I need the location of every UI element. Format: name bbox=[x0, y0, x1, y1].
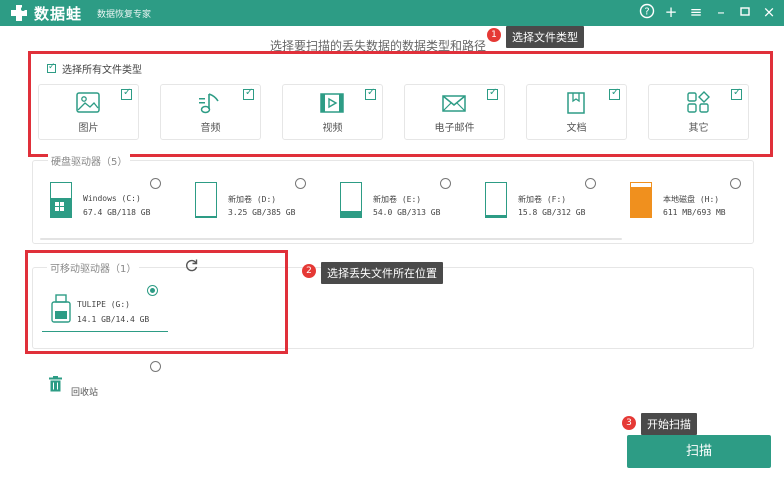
audio-checkbox[interactable] bbox=[243, 87, 254, 100]
drive-g[interactable]: TULIPE (G:) 14.1 GB/14.4 GB bbox=[50, 294, 170, 339]
drive-usage-fill bbox=[196, 216, 216, 217]
drive-name: TULIPE (G:) bbox=[77, 300, 130, 309]
drive-g-radio[interactable] bbox=[147, 285, 158, 296]
drive-size: 3.25 GB/385 GB bbox=[228, 208, 296, 217]
refresh-icon[interactable] bbox=[184, 258, 199, 273]
drive-d-radio[interactable] bbox=[295, 178, 306, 189]
selected-underline bbox=[42, 331, 168, 332]
drive-name: 本地磁盘 (H:) bbox=[663, 195, 720, 204]
drive-c[interactable]: Windows (C:) 67.4 GB/118 GB bbox=[50, 180, 182, 225]
drive-name: Windows (C:) bbox=[83, 194, 141, 203]
drive-usage-fill bbox=[631, 187, 651, 217]
drive-size: 54.0 GB/313 GB bbox=[373, 208, 441, 217]
file-type-label: 电子邮件 bbox=[434, 123, 475, 134]
video-checkbox[interactable] bbox=[365, 87, 376, 100]
help-icon[interactable]: ? bbox=[638, 3, 656, 23]
file-type-video[interactable]: 视频 bbox=[282, 84, 383, 140]
select-all-checkbox[interactable]: 选择所有文件类型 bbox=[47, 61, 142, 76]
minimize-icon[interactable]: – bbox=[712, 3, 730, 21]
drive-icon bbox=[630, 182, 652, 218]
drive-f[interactable]: 新加卷 (F:) 15.8 GB/312 GB bbox=[485, 180, 617, 225]
close-icon[interactable]: × bbox=[760, 3, 778, 21]
drive-d[interactable]: 新加卷 (D:) 3.25 GB/385 GB bbox=[195, 180, 327, 225]
document-checkbox[interactable] bbox=[609, 87, 620, 100]
logo-icon bbox=[11, 5, 27, 21]
select-all-check-icon[interactable] bbox=[47, 62, 56, 73]
file-type-image[interactable]: 图片 bbox=[38, 84, 139, 140]
file-type-document[interactable]: 文档 bbox=[526, 84, 627, 140]
trash-icon[interactable] bbox=[49, 376, 62, 392]
drive-icon bbox=[195, 182, 217, 218]
drive-c-radio[interactable] bbox=[150, 178, 161, 189]
mail-icon bbox=[442, 95, 466, 112]
drive-name: 新加卷 (E:) bbox=[373, 195, 422, 204]
callout-badge-2: 2 bbox=[302, 264, 316, 278]
other-checkbox[interactable] bbox=[731, 87, 742, 100]
file-type-label: 文档 bbox=[566, 123, 587, 134]
file-type-email[interactable]: 电子邮件 bbox=[404, 84, 505, 140]
svg-text:?: ? bbox=[644, 7, 649, 18]
video-icon bbox=[320, 93, 344, 113]
drive-h-radio[interactable] bbox=[730, 178, 741, 189]
drive-e-radio[interactable] bbox=[440, 178, 451, 189]
callout-1: 选择文件类型 bbox=[506, 26, 584, 48]
email-checkbox[interactable] bbox=[487, 87, 498, 100]
app-name: 数据蛙 bbox=[34, 5, 83, 23]
music-icon bbox=[199, 93, 219, 114]
drive-h[interactable]: 本地磁盘 (H:) 611 MB/693 MB bbox=[630, 180, 762, 225]
drive-usage-fill bbox=[486, 215, 506, 217]
select-all-label: 选择所有文件类型 bbox=[62, 65, 142, 76]
image-icon bbox=[76, 92, 100, 113]
scan-button[interactable]: 扫描 bbox=[627, 435, 771, 468]
drive-name: 新加卷 (D:) bbox=[228, 195, 277, 204]
drive-size: 611 MB/693 MB bbox=[663, 208, 726, 217]
usb-drive-icon bbox=[51, 294, 71, 323]
drive-size: 67.4 GB/118 GB bbox=[83, 208, 151, 217]
title-bar: 数据蛙 数据恢复专家 ? + ≡ – × bbox=[0, 0, 784, 26]
menu-icon[interactable]: ≡ bbox=[687, 3, 705, 21]
callout-badge-3: 3 bbox=[622, 416, 636, 430]
recycle-bin-radio[interactable] bbox=[150, 361, 161, 372]
drive-icon bbox=[485, 182, 507, 218]
drive-e[interactable]: 新加卷 (E:) 54.0 GB/313 GB bbox=[340, 180, 472, 225]
drive-icon bbox=[340, 182, 362, 218]
other-icon bbox=[687, 91, 710, 113]
recycle-bin-label: 回收站 bbox=[71, 388, 99, 398]
file-type-audio[interactable]: 音频 bbox=[160, 84, 261, 140]
windows-logo-icon bbox=[55, 202, 64, 211]
drive-size: 15.8 GB/312 GB bbox=[518, 208, 586, 217]
drive-scrollbar[interactable] bbox=[40, 238, 622, 240]
file-type-label: 图片 bbox=[78, 123, 99, 134]
drive-usage-fill bbox=[341, 211, 361, 217]
callout-3: 开始扫描 bbox=[641, 413, 697, 435]
drive-size: 14.1 GB/14.4 GB bbox=[77, 315, 150, 324]
image-checkbox[interactable] bbox=[121, 87, 132, 100]
drive-name: 新加卷 (F:) bbox=[518, 195, 567, 204]
file-type-label: 音频 bbox=[200, 123, 221, 134]
app-subtitle: 数据恢复专家 bbox=[97, 10, 152, 20]
drive-f-radio[interactable] bbox=[585, 178, 596, 189]
file-type-other[interactable]: 其它 bbox=[648, 84, 749, 140]
restore-icon[interactable] bbox=[736, 3, 754, 21]
file-type-label: 视频 bbox=[322, 123, 343, 134]
hard-drive-label: 硬盘驱动器（5） bbox=[48, 153, 131, 168]
plus-icon[interactable]: + bbox=[662, 3, 680, 21]
file-type-label: 其它 bbox=[688, 123, 709, 134]
callout-badge-1: 1 bbox=[487, 28, 501, 42]
drive-icon bbox=[50, 182, 72, 218]
removable-label: 可移动驱动器（1） bbox=[47, 260, 140, 275]
document-icon bbox=[567, 92, 585, 114]
callout-2: 选择丢失文件所在位置 bbox=[321, 262, 443, 284]
